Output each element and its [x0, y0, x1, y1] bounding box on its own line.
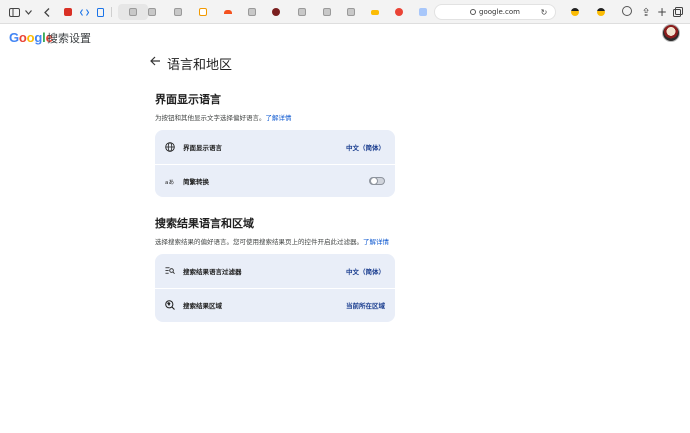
tab[interactable]	[142, 4, 162, 20]
logo-letter: G	[9, 30, 19, 45]
tab[interactable]	[365, 4, 385, 20]
sidebar-toggle-icon[interactable]	[8, 6, 20, 18]
tab-overview-icon[interactable]	[672, 6, 684, 18]
reload-icon[interactable]: ↻	[538, 6, 550, 18]
download-icon[interactable]	[622, 6, 632, 16]
display-language-card: 界面显示语言 中文（简体） aあ 简繁转换	[155, 130, 395, 197]
new-tab-icon[interactable]: +	[656, 5, 668, 19]
chinese-conversion-row: aあ 简繁转换	[155, 164, 395, 197]
page-header: Google 搜索设置	[0, 24, 690, 50]
chevron-down-icon[interactable]	[22, 6, 34, 18]
chinese-conversion-toggle[interactable]	[369, 177, 385, 185]
app-title: 搜索设置	[47, 32, 91, 45]
tab[interactable]	[218, 4, 238, 20]
results-region-value: 当前所在区域	[346, 302, 385, 310]
chinese-conversion-label: 简繁转换	[183, 178, 209, 186]
display-language-description: 为按钮和其他显示文字选择偏好语言。了解详情	[155, 112, 292, 122]
tab[interactable]	[566, 4, 584, 20]
filter-language-icon	[165, 266, 175, 276]
tab[interactable]	[242, 4, 262, 20]
display-language-value: 中文（简体）	[346, 143, 385, 152]
code-icon	[79, 8, 89, 16]
page-title: 语言和地区	[167, 58, 233, 73]
results-description: 选择搜索结果的偏好语言。您可使用搜索结果页上的控件开启此过滤器。了解详情	[155, 236, 389, 246]
results-region-label: 搜索结果区域	[183, 302, 222, 310]
results-language-filter-row[interactable]: 搜索结果语言过滤器 中文（简体）	[155, 254, 395, 287]
tab[interactable]	[317, 4, 337, 20]
tab-pinned-code[interactable]	[78, 4, 90, 20]
share-icon[interactable]: ⇪	[640, 6, 652, 19]
back-arrow-icon[interactable]	[150, 56, 162, 68]
description-text: 为按钮和其他显示文字选择偏好语言。	[155, 114, 266, 122]
results-heading: 搜索结果语言和区域	[155, 217, 254, 230]
display-language-heading: 界面显示语言	[155, 93, 221, 106]
avatar[interactable]	[662, 24, 680, 42]
description-text: 选择搜索结果的偏好语言。您可使用搜索结果页上的控件开启此过滤器。	[155, 238, 363, 246]
back-icon[interactable]	[41, 6, 53, 18]
globe-icon	[165, 141, 175, 152]
results-language-filter-label: 搜索结果语言过滤器	[183, 267, 242, 276]
results-language-filter-value: 中文（简体）	[346, 267, 385, 276]
learn-more-link[interactable]: 了解详情	[266, 114, 292, 122]
document-icon	[96, 7, 104, 17]
globe-icon	[470, 9, 477, 15]
tab-pinned-red[interactable]	[62, 4, 74, 20]
tab[interactable]	[413, 4, 433, 20]
logo-letter: g	[34, 30, 43, 45]
tab[interactable]	[592, 4, 610, 20]
region-search-icon	[165, 300, 175, 310]
display-language-row[interactable]: 界面显示语言 中文（简体）	[155, 130, 395, 163]
tab-pinned-doc[interactable]	[94, 4, 106, 20]
tab-divider	[111, 7, 112, 17]
tab[interactable]	[389, 4, 409, 20]
logo-letter: o	[18, 30, 27, 45]
tab[interactable]	[193, 4, 213, 20]
tab[interactable]	[292, 4, 312, 20]
tab[interactable]	[341, 4, 361, 20]
tab[interactable]	[168, 4, 188, 20]
learn-more-link[interactable]: 了解详情	[363, 238, 389, 246]
address-text: google.com	[479, 8, 520, 16]
browser-tab-bar: google.com ↻ ⇪ +	[0, 0, 690, 24]
results-card: 搜索结果语言过滤器 中文（简体） 搜索结果区域 当前所在区域	[155, 254, 395, 322]
translate-icon: aあ	[165, 176, 175, 186]
svg-text:あ: あ	[169, 178, 174, 185]
display-language-label: 界面显示语言	[183, 143, 222, 152]
tab[interactable]	[266, 4, 286, 20]
results-region-row[interactable]: 搜索结果区域 当前所在区域	[155, 288, 395, 321]
